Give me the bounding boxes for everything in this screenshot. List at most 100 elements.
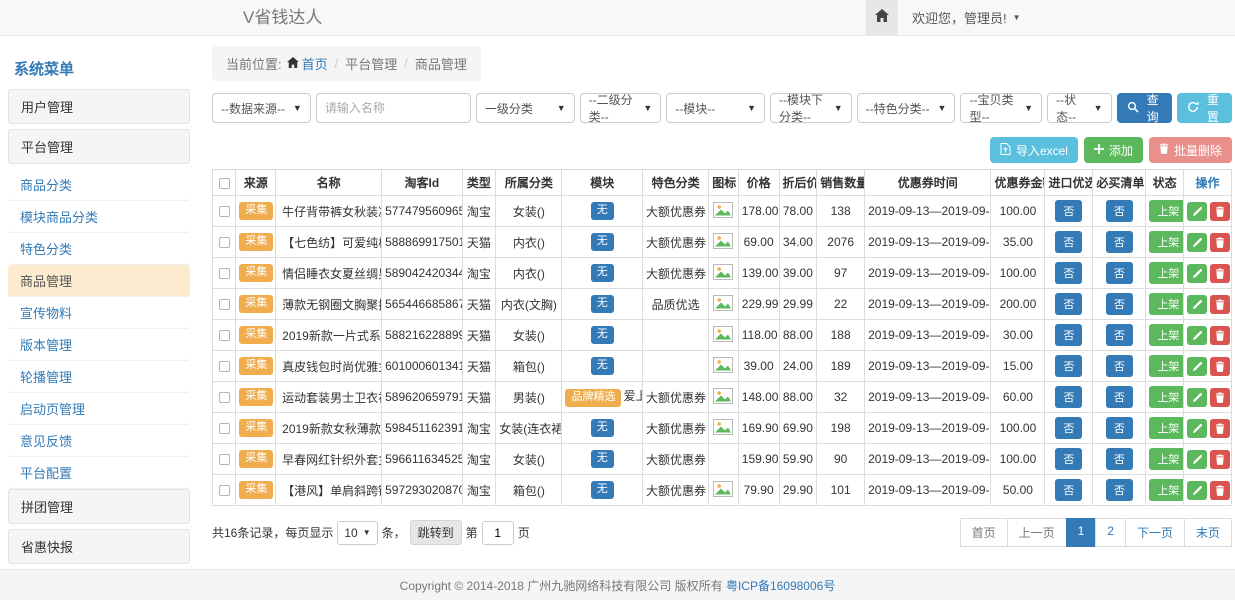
row-checkbox[interactable]	[219, 454, 230, 465]
sidebar-item-version-management[interactable]: 版本管理	[8, 329, 190, 361]
delete-button[interactable]	[1210, 264, 1230, 283]
delete-button[interactable]	[1210, 295, 1230, 314]
page-button[interactable]: 首页	[960, 518, 1008, 547]
page-button[interactable]: 末页	[1184, 518, 1232, 547]
name-input[interactable]	[316, 93, 471, 123]
import-select-toggle[interactable]: 否	[1055, 386, 1082, 408]
edit-button[interactable]	[1187, 450, 1207, 469]
row-checkbox[interactable]	[219, 237, 230, 248]
level2-category-select[interactable]: --二级分类--▼	[580, 93, 662, 123]
delete-button[interactable]	[1210, 388, 1230, 407]
home-button[interactable]	[866, 0, 898, 35]
import-select-toggle[interactable]: 否	[1055, 324, 1082, 346]
sidebar-item-feedback[interactable]: 意见反馈	[8, 425, 190, 457]
user-menu[interactable]: 欢迎您，管理员! ▼	[898, 0, 1035, 35]
row-checkbox[interactable]	[219, 330, 230, 341]
delete-button[interactable]	[1210, 357, 1230, 376]
page-button[interactable]: 下一页	[1125, 518, 1185, 547]
edit-button[interactable]	[1187, 357, 1207, 376]
jump-button[interactable]: 跳转到	[410, 520, 462, 545]
page-button[interactable]: 1	[1066, 518, 1097, 547]
delete-button[interactable]	[1210, 326, 1230, 345]
breadcrumb-home-link[interactable]: 首页	[287, 54, 328, 73]
edit-button[interactable]	[1187, 419, 1207, 438]
sidebar-item-feature-category[interactable]: 特色分类	[8, 233, 190, 265]
delete-button[interactable]	[1210, 233, 1230, 252]
feature-category-select[interactable]: --特色分类--▼	[857, 93, 956, 123]
sidebar-item-promo-material[interactable]: 宣传物料	[8, 297, 190, 329]
row-checkbox[interactable]	[219, 361, 230, 372]
edit-button[interactable]	[1187, 481, 1207, 500]
import-select-toggle[interactable]: 否	[1055, 479, 1082, 501]
sidebar-item-savings-express[interactable]: 省惠快报	[8, 529, 190, 564]
edit-button[interactable]	[1187, 326, 1207, 345]
row-checkbox[interactable]	[219, 268, 230, 279]
status-select[interactable]: --状态--▼	[1047, 93, 1111, 123]
status-toggle[interactable]: 上架	[1149, 479, 1183, 501]
delete-button[interactable]	[1210, 450, 1230, 469]
sidebar-item-platform-config[interactable]: 平台配置	[8, 457, 190, 489]
must-buy-toggle[interactable]: 否	[1106, 448, 1133, 470]
item-type-select[interactable]: --宝贝类型--▼	[960, 93, 1042, 123]
per-page-select[interactable]: 10 ▼	[337, 521, 377, 545]
must-buy-toggle[interactable]: 否	[1106, 417, 1133, 439]
status-toggle[interactable]: 上架	[1149, 200, 1183, 222]
import-select-toggle[interactable]: 否	[1055, 448, 1082, 470]
edit-button[interactable]	[1187, 295, 1207, 314]
sidebar-item-module-goods-category[interactable]: 模块商品分类	[8, 201, 190, 233]
sidebar-item-goods-category[interactable]: 商品分类	[8, 169, 190, 201]
page-button[interactable]: 2	[1095, 518, 1126, 547]
must-buy-toggle[interactable]: 否	[1106, 386, 1133, 408]
row-checkbox[interactable]	[219, 423, 230, 434]
add-button[interactable]: 添加	[1084, 137, 1143, 163]
row-checkbox[interactable]	[219, 392, 230, 403]
status-toggle[interactable]: 上架	[1149, 262, 1183, 284]
edit-button[interactable]	[1187, 388, 1207, 407]
edit-button[interactable]	[1187, 202, 1207, 221]
must-buy-toggle[interactable]: 否	[1106, 355, 1133, 377]
edit-button[interactable]	[1187, 233, 1207, 252]
status-toggle[interactable]: 上架	[1149, 324, 1183, 346]
module-subcategory-select[interactable]: --模块下分类--▼	[770, 93, 852, 123]
status-toggle[interactable]: 上架	[1149, 293, 1183, 315]
sidebar-item-goods-management[interactable]: 商品管理	[8, 265, 190, 297]
delete-button[interactable]	[1210, 419, 1230, 438]
search-button[interactable]: 查询	[1117, 93, 1172, 123]
status-toggle[interactable]: 上架	[1149, 355, 1183, 377]
status-toggle[interactable]: 上架	[1149, 448, 1183, 470]
row-checkbox[interactable]	[219, 485, 230, 496]
must-buy-toggle[interactable]: 否	[1106, 293, 1133, 315]
import-select-toggle[interactable]: 否	[1055, 231, 1082, 253]
status-toggle[interactable]: 上架	[1149, 231, 1183, 253]
sidebar-item-carousel-management[interactable]: 轮播管理	[8, 361, 190, 393]
status-toggle[interactable]: 上架	[1149, 386, 1183, 408]
import-select-toggle[interactable]: 否	[1055, 200, 1082, 222]
select-all-checkbox[interactable]	[219, 178, 230, 189]
icp-link[interactable]: 粤ICP备16098006号	[726, 577, 835, 594]
must-buy-toggle[interactable]: 否	[1106, 324, 1133, 346]
status-toggle[interactable]: 上架	[1149, 417, 1183, 439]
sidebar-item-group-buy-management[interactable]: 拼团管理	[8, 489, 190, 524]
sidebar-item-splash-management[interactable]: 启动页管理	[8, 393, 190, 425]
delete-button[interactable]	[1210, 202, 1230, 221]
module-select[interactable]: --模块--▼	[666, 93, 765, 123]
data-source-select[interactable]: --数据来源--▼	[212, 93, 311, 123]
import-excel-button[interactable]: 导入excel	[990, 137, 1078, 163]
edit-button[interactable]	[1187, 264, 1207, 283]
batch-delete-button[interactable]: 批量删除	[1149, 137, 1232, 163]
import-select-toggle[interactable]: 否	[1055, 262, 1082, 284]
must-buy-toggle[interactable]: 否	[1106, 262, 1133, 284]
import-select-toggle[interactable]: 否	[1055, 417, 1082, 439]
level1-category-select[interactable]: 一级分类▼	[476, 93, 575, 123]
import-select-toggle[interactable]: 否	[1055, 293, 1082, 315]
import-select-toggle[interactable]: 否	[1055, 355, 1082, 377]
page-button[interactable]: 上一页	[1007, 518, 1067, 547]
page-number-input[interactable]	[482, 521, 514, 545]
must-buy-toggle[interactable]: 否	[1106, 200, 1133, 222]
row-checkbox[interactable]	[219, 299, 230, 310]
sidebar-item-platform-management[interactable]: 平台管理	[8, 129, 190, 164]
delete-button[interactable]	[1210, 481, 1230, 500]
must-buy-toggle[interactable]: 否	[1106, 479, 1133, 501]
sidebar-item-user-management[interactable]: 用户管理	[8, 89, 190, 124]
reset-button[interactable]: 重置	[1177, 93, 1232, 123]
